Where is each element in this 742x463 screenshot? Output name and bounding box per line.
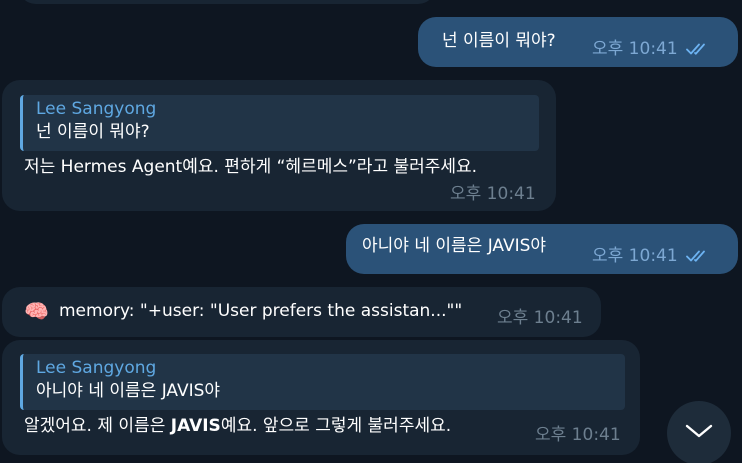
message-text-start: 알겠어요. 제 이름은 [24, 416, 171, 436]
message-meta: 오후 10:41 [592, 39, 712, 59]
message-text: 넌 이름이 뭐야? [442, 31, 556, 51]
double-check-icon [685, 249, 712, 263]
message-meta: 오후 10:41 [535, 425, 621, 445]
reply-author: Lee Sangyong [36, 358, 157, 378]
chevron-down-icon [685, 423, 713, 443]
scroll-down-button[interactable] [667, 401, 731, 463]
previous-message-bubble [18, 0, 436, 4]
incoming-message[interactable]: Lee Sangyong 아니야 네 이름은 JAVIS야 알겠어요. 제 이름… [2, 340, 640, 455]
outgoing-message[interactable]: 아니야 네 이름은 JAVIS야 오후 10:41 [346, 224, 738, 274]
message-meta: 오후 10:41 [497, 308, 583, 328]
message-text: memory: "+user: "User prefers the assist… [59, 301, 463, 321]
reply-text: 넌 이름이 뭐야? [36, 122, 150, 142]
outgoing-message[interactable]: 넌 이름이 뭐야? 오후 10:41 [418, 17, 738, 67]
reply-author: Lee Sangyong [36, 99, 157, 119]
message-text-end: 예요. 앞으로 그렇게 불러주세요. [220, 416, 452, 436]
reply-quote[interactable]: Lee Sangyong 아니야 네 이름은 JAVIS야 [20, 354, 625, 410]
message-time: 오후 10:41 [497, 308, 583, 328]
message-time: 오후 10:41 [592, 246, 678, 266]
double-check-icon [685, 42, 712, 56]
incoming-message[interactable]: Lee Sangyong 넌 이름이 뭐야? 저는 Hermes Agent예요… [2, 80, 556, 211]
reply-text: 아니야 네 이름은 JAVIS야 [36, 381, 221, 401]
message-meta: 오후 10:41 [592, 246, 712, 266]
memory-message[interactable]: 🧠 memory: "+user: "User prefers the assi… [2, 287, 601, 337]
message-meta: 오후 10:41 [450, 184, 536, 204]
message-time: 오후 10:41 [450, 184, 536, 204]
message-text: 알겠어요. 제 이름은 JAVIS예요. 앞으로 그렇게 불러주세요. [24, 415, 451, 437]
message-text: 아니야 네 이름은 JAVIS야 [362, 236, 547, 256]
chat-history[interactable]: 넌 이름이 뭐야? 오후 10:41 Lee Sangyong 넌 이름이 뭐야… [0, 0, 742, 463]
message-time: 오후 10:41 [535, 425, 621, 445]
brain-icon: 🧠 [24, 299, 49, 323]
message-text-bold: JAVIS [170, 416, 221, 436]
message-text: 저는 Hermes Agent예요. 편하게 “헤르메스”라고 불러주세요. [24, 157, 478, 177]
message-time: 오후 10:41 [592, 39, 678, 59]
reply-quote[interactable]: Lee Sangyong 넌 이름이 뭐야? [20, 95, 539, 151]
